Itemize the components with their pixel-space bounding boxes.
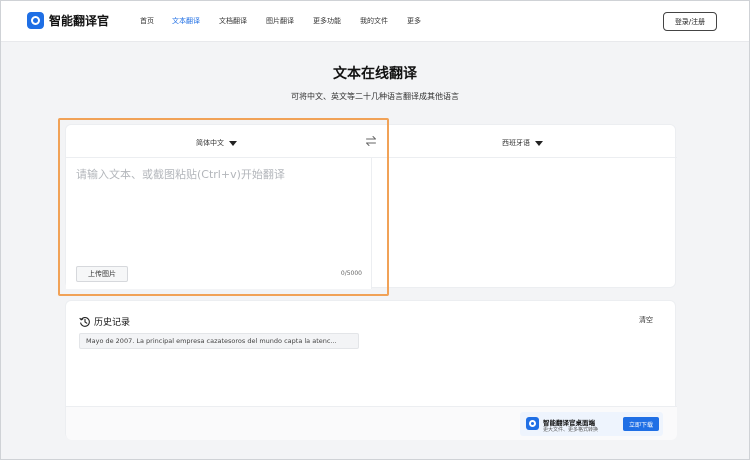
- nav-my-files[interactable]: 我的文件: [360, 16, 388, 26]
- upload-image-button[interactable]: 上传图片: [76, 266, 128, 282]
- source-language-label: 简体中文: [196, 139, 224, 147]
- promo-subtitle: 更大文件、更多格式转换: [543, 427, 599, 433]
- nav-home[interactable]: 首页: [140, 16, 154, 26]
- swap-languages-icon[interactable]: [365, 135, 377, 147]
- nav-text-translate[interactable]: 文本翻译: [172, 16, 200, 26]
- history-item[interactable]: Mayo de 2007. La principal empresa cazat…: [79, 333, 359, 349]
- language-bar: 简体中文 西班牙语: [66, 125, 677, 158]
- target-language-label: 西班牙语: [502, 139, 530, 147]
- desktop-app-promo: 智能翻译官桌面端 更大文件、更多格式转换 立即下载: [520, 412, 663, 436]
- history-clock-icon: [79, 316, 90, 327]
- history-title: 历史记录: [94, 318, 131, 328]
- target-language-select[interactable]: 西班牙语: [502, 138, 543, 148]
- translate-card: 简体中文 西班牙语 上传图片 0/5000: [65, 124, 677, 289]
- caret-down-icon: [229, 140, 237, 146]
- history-footer: 智能翻译官桌面端 更大文件、更多格式转换 立即下载: [66, 406, 677, 440]
- nav-doc-translate[interactable]: 文档翻译: [219, 16, 247, 26]
- logo[interactable]: 智能翻译官: [27, 12, 109, 29]
- page-title: 文本在线翻译: [333, 66, 417, 82]
- source-text-input[interactable]: [76, 166, 366, 246]
- login-register-button[interactable]: 登录/注册: [663, 12, 717, 31]
- app-logo-icon: [526, 417, 539, 430]
- logo-icon: [27, 12, 44, 29]
- nav-more[interactable]: 更多: [407, 16, 421, 26]
- char-count: 0/5000: [340, 270, 362, 277]
- history-card: 历史记录 清空 Mayo de 2007. La principal empre…: [65, 300, 677, 440]
- page-subtitle: 可将中文、英文等二十几种语言翻译成其他语言: [291, 92, 459, 101]
- top-header: 智能翻译官 首页 文本翻译 文档翻译 图片翻译 更多功能 我的文件 更多 登录/…: [1, 1, 749, 42]
- history-header: 历史记录: [79, 315, 130, 328]
- source-language-select[interactable]: 简体中文: [196, 138, 237, 148]
- source-panel: 上传图片 0/5000: [66, 158, 372, 289]
- clear-history-button[interactable]: 清空: [639, 315, 653, 325]
- download-now-button[interactable]: 立即下载: [623, 417, 659, 431]
- logo-text: 智能翻译官: [49, 14, 110, 28]
- caret-down-icon: [535, 140, 543, 146]
- nav-more-features[interactable]: 更多功能: [313, 16, 341, 26]
- nav-image-translate[interactable]: 图片翻译: [266, 16, 294, 26]
